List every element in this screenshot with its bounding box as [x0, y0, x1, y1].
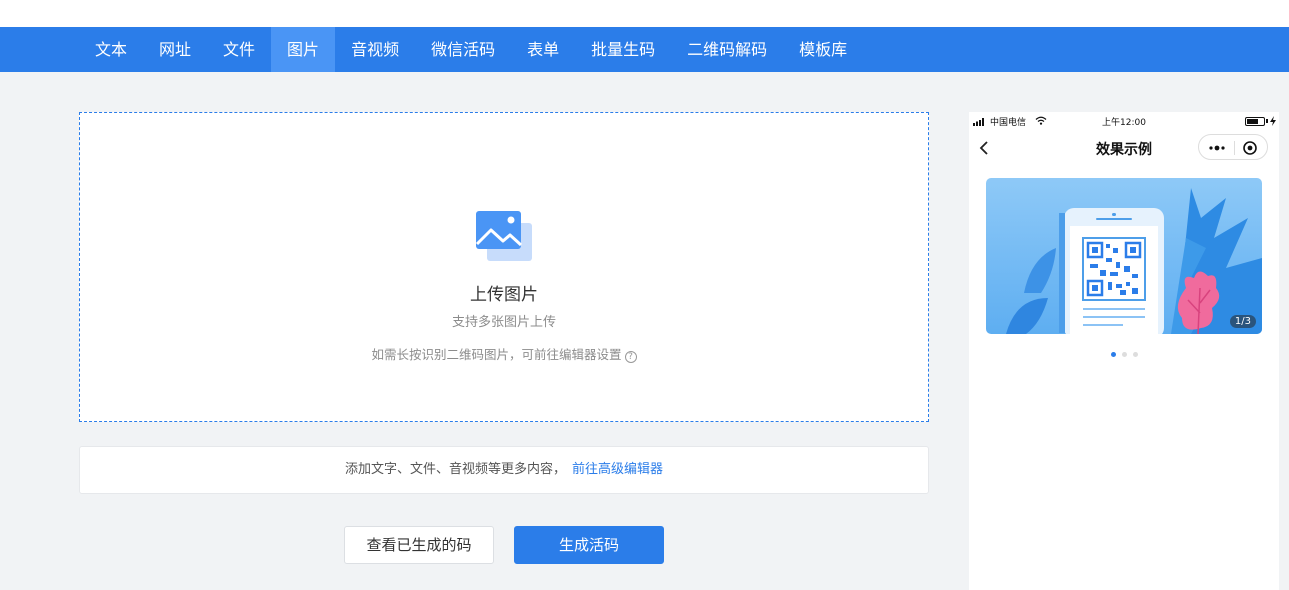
nav-tab-0[interactable]: 文本	[79, 27, 143, 72]
miniprogram-capsule	[1198, 134, 1268, 160]
capsule-divider	[1234, 141, 1235, 155]
example-banner[interactable]: 1/3	[986, 178, 1262, 334]
miniprogram-header: 效果示例	[969, 134, 1279, 162]
close-target-icon[interactable]	[1242, 140, 1258, 156]
upload-title: 上传图片	[470, 285, 538, 305]
nav-tab-9[interactable]: 模板库	[783, 27, 863, 72]
status-bar: 中国电信 上午12:00	[969, 112, 1279, 130]
view-generated-codes-button[interactable]: 查看已生成的码	[344, 526, 494, 564]
nav-tab-6[interactable]: 表单	[511, 27, 575, 72]
phone-preview: 中国电信 上午12:00 效果示例 1/3	[969, 112, 1279, 590]
nav-tab-5[interactable]: 微信活码	[415, 27, 511, 72]
image-icon	[475, 211, 532, 261]
banner-illustration	[986, 178, 1262, 334]
status-time: 上午12:00	[1102, 118, 1146, 128]
nav-tab-3[interactable]: 图片	[271, 27, 336, 72]
banner-page-indicator: 1/3	[1229, 315, 1256, 328]
top-header	[0, 0, 1289, 27]
advanced-editor-bar: 添加文字、文件、音视频等更多内容， 前往高级编辑器	[79, 446, 929, 494]
more-dots-icon[interactable]	[1207, 142, 1227, 154]
nav-tab-2[interactable]: 文件	[207, 27, 271, 72]
nav-tab-7[interactable]: 批量生码	[575, 27, 671, 72]
advanced-editor-link[interactable]: 前往高级编辑器	[572, 462, 663, 477]
generate-code-button[interactable]: 生成活码	[514, 526, 664, 564]
carousel-dot[interactable]	[1132, 352, 1138, 357]
nav-tab-4[interactable]: 音视频	[335, 27, 415, 72]
logo-icon[interactable]	[88, 0, 124, 6]
main-nav: 文本 网址 文件 图片 音视频 微信活码 表单 批量生码 二维码解码 模板库	[0, 27, 1289, 72]
upload-hint: 如需长按识别二维码图片，可前往编辑器设置?	[80, 344, 928, 363]
nav-tabs: 文本 网址 文件 图片 音视频 微信活码 表单 批量生码 二维码解码 模板库	[79, 27, 863, 72]
image-upload-area[interactable]: 上传图片 支持多张图片上传 如需长按识别二维码图片，可前往编辑器设置?	[79, 112, 929, 422]
nav-tab-1[interactable]: 网址	[143, 27, 207, 72]
advanced-editor-text: 添加文字、文件、音视频等更多内容，	[344, 462, 566, 477]
carousel-dot[interactable]	[1110, 352, 1116, 357]
battery-icon	[1245, 117, 1265, 126]
nav-tab-8[interactable]: 二维码解码	[671, 27, 783, 72]
upload-subtitle: 支持多张图片上传	[451, 315, 556, 330]
help-icon[interactable]: ?	[624, 351, 637, 363]
battery-cap	[1266, 119, 1268, 123]
charging-icon	[1270, 116, 1276, 126]
carousel-dot[interactable]	[1121, 352, 1127, 357]
carousel-dots	[969, 342, 1279, 361]
upload-hint-text: 如需长按识别二维码图片，可前往编辑器设置	[371, 347, 622, 362]
